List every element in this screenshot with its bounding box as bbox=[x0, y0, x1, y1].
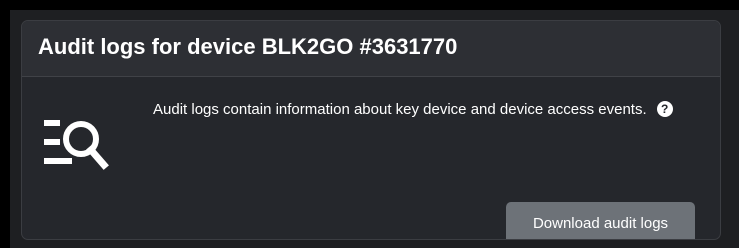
audit-log-search-icon bbox=[44, 120, 109, 170]
card-header: Audit logs for device BLK2GO #3631770 bbox=[22, 21, 720, 77]
audit-logs-card: Audit logs for device BLK2GO #3631770 Au… bbox=[21, 20, 721, 240]
help-icon[interactable]: ? bbox=[656, 100, 673, 117]
download-audit-logs-button[interactable]: Download audit logs bbox=[506, 202, 695, 239]
card-body: Audit logs contain information about key… bbox=[22, 77, 720, 239]
audit-logs-description: Audit logs contain information about key… bbox=[153, 95, 693, 125]
card-title: Audit logs for device BLK2GO #3631770 bbox=[38, 34, 458, 59]
description-text: Audit logs contain information about key… bbox=[153, 101, 647, 118]
